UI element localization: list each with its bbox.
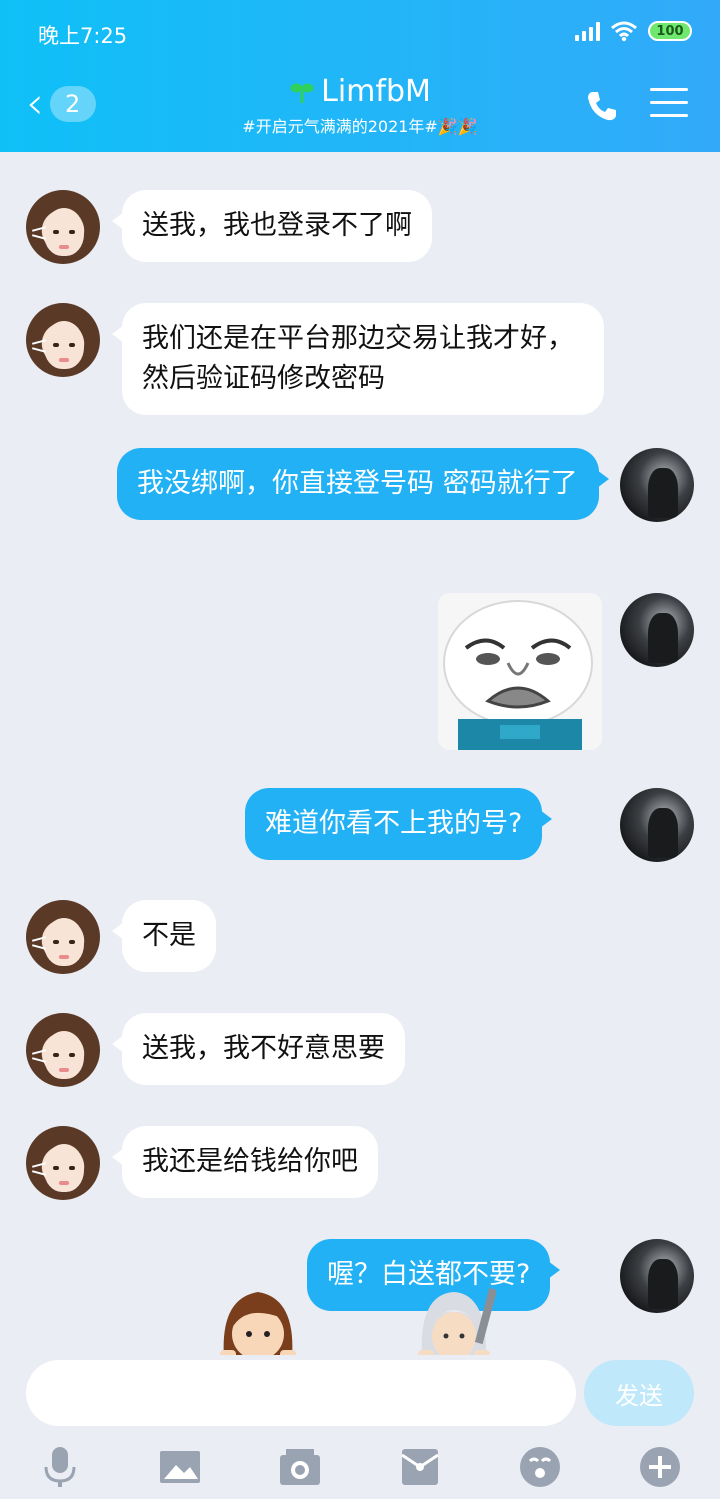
plus-icon[interactable] xyxy=(638,1445,682,1489)
message-bubble-in[interactable]: 我还是给钱给你吧 xyxy=(112,1126,378,1198)
contact-avatar[interactable] xyxy=(26,1013,100,1087)
contact-name[interactable]: LimfbM xyxy=(289,74,431,109)
contact-avatar[interactable] xyxy=(26,190,100,264)
composer: 发送 xyxy=(0,1355,720,1499)
wifi-icon xyxy=(611,21,637,42)
emoji-icon[interactable] xyxy=(518,1445,562,1489)
phone-call-icon[interactable] xyxy=(584,88,620,124)
peeking-warrior-sticker xyxy=(418,1288,496,1360)
my-avatar[interactable] xyxy=(620,448,694,522)
image-icon[interactable] xyxy=(158,1445,202,1489)
my-avatar[interactable] xyxy=(620,788,694,862)
camera-icon[interactable] xyxy=(278,1445,322,1489)
message-list[interactable]: 送我，我也登录不了啊 我们还是在平台那边交易让我才好，然后验证码修改密码 我没绑… xyxy=(0,152,720,1362)
contact-avatar[interactable] xyxy=(26,303,100,377)
microphone-icon[interactable] xyxy=(38,1445,82,1489)
contact-name-text: LimfbM xyxy=(321,74,431,109)
red-packet-icon[interactable] xyxy=(398,1445,442,1489)
sticker-image[interactable] xyxy=(438,593,602,750)
peeking-girl-sticker xyxy=(220,1292,296,1360)
chat-header: 晚上7:25 100 ‹ 2 LimfbM #开启元气满满的2021年#🎉🎉 xyxy=(0,0,720,152)
sprout-icon xyxy=(290,83,314,103)
message-bubble-in[interactable]: 送我，我也登录不了啊 xyxy=(112,190,432,262)
send-button[interactable]: 发送 xyxy=(584,1360,694,1426)
meme-face-icon xyxy=(438,593,602,750)
message-bubble-out[interactable]: 难道你看不上我的号? xyxy=(245,788,553,860)
status-icons: 100 xyxy=(575,20,692,42)
signal-icon xyxy=(575,21,600,41)
contact-avatar[interactable] xyxy=(26,1126,100,1200)
menu-icon[interactable] xyxy=(650,88,688,122)
my-avatar[interactable] xyxy=(620,1239,694,1313)
battery-indicator: 100 xyxy=(648,21,692,41)
my-avatar[interactable] xyxy=(620,593,694,667)
message-bubble-in[interactable]: 不是 xyxy=(112,900,216,972)
message-bubble-out[interactable]: 我没绑啊，你直接登号码 密码就行了 xyxy=(117,448,609,520)
composer-toolbar xyxy=(0,1435,720,1495)
message-bubble-in[interactable]: 送我，我不好意思要 xyxy=(112,1013,405,1085)
message-bubble-in[interactable]: 我们还是在平台那边交易让我才好，然后验证码修改密码 xyxy=(112,303,604,415)
status-time: 晚上7:25 xyxy=(38,24,128,48)
message-input[interactable] xyxy=(26,1360,576,1426)
contact-avatar[interactable] xyxy=(26,900,100,974)
